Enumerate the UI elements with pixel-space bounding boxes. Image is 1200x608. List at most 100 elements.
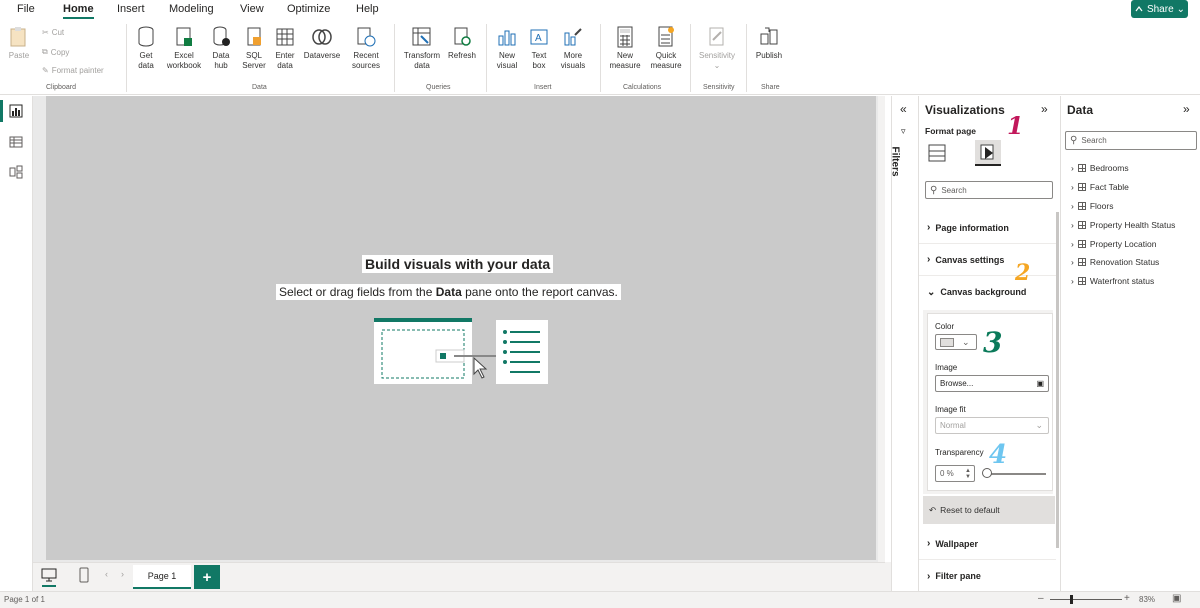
menu-modeling[interactable]: Modeling	[169, 3, 214, 15]
transparency-input[interactable]: 0 % ▲ ▼	[935, 465, 975, 482]
reset-icon: ↶	[929, 504, 937, 515]
section-canvas-settings[interactable]: › Canvas settings	[919, 244, 1056, 276]
page-nav-next-icon[interactable]: ›	[121, 569, 124, 579]
collapse-left-icon[interactable]: «	[900, 102, 907, 116]
publish-button[interactable]: Publish	[752, 26, 786, 61]
refresh-button[interactable]: Refresh	[446, 26, 478, 61]
ribbon-separator	[394, 24, 395, 92]
spinner-icon: ▲ ▼	[965, 467, 971, 480]
dataverse-button[interactable]: Dataverse	[301, 26, 343, 61]
mobile-layout-icon[interactable]	[79, 567, 89, 586]
new-visual-button[interactable]: New visual	[493, 26, 521, 71]
share-icon	[1135, 6, 1143, 12]
section-label: Filter pane	[935, 571, 981, 581]
viz-search-input[interactable]: ⚲ Search	[925, 181, 1053, 199]
chevron-right-icon: ›	[927, 222, 931, 233]
section-canvas-background[interactable]: ⌄ Canvas background	[919, 276, 1056, 308]
quick-measure-button[interactable]: Quick measure	[646, 26, 686, 71]
chevron-down-icon: ⌄	[927, 286, 936, 298]
zoom-in-icon[interactable]: +	[1124, 593, 1130, 604]
more-visuals-button[interactable]: More visuals	[555, 26, 591, 71]
table-name: Property Health Status	[1089, 220, 1176, 230]
table-item[interactable]: › Waterfront status	[1071, 276, 1154, 286]
image-browse-input[interactable]: Browse... ▣	[935, 375, 1049, 392]
data-hub-button[interactable]: Data hub	[207, 26, 235, 71]
get-data-button[interactable]: Get data	[133, 26, 159, 71]
table-item[interactable]: › Property Location	[1071, 239, 1156, 249]
excel-workbook-button[interactable]: Excel workbook	[162, 26, 206, 71]
annotation-2: 2	[1015, 260, 1031, 286]
table-item[interactable]: › Floors	[1071, 201, 1113, 211]
table-icon	[1077, 240, 1086, 248]
table-view-icon[interactable]	[7, 133, 25, 151]
svg-text:A: A	[535, 33, 542, 44]
table-item[interactable]: › Bedrooms	[1071, 163, 1129, 173]
reset-to-default-button[interactable]: ↶ Reset to default	[923, 496, 1055, 524]
group-label-clipboard: Clipboard	[46, 84, 76, 91]
new-measure-button[interactable]: New measure	[605, 26, 645, 71]
section-filter-pane[interactable]: › Filter pane	[919, 560, 1056, 592]
menu-optimize[interactable]: Optimize	[287, 3, 330, 15]
get-data-label: Get data	[138, 51, 154, 70]
data-search-input[interactable]: ⚲ Search	[1065, 131, 1197, 150]
brush-icon: ✎	[42, 66, 49, 75]
menu-insert[interactable]: Insert	[117, 3, 145, 15]
format-visual-tab[interactable]	[975, 140, 1001, 166]
zoom-slider-thumb[interactable]	[1070, 595, 1073, 604]
transparency-slider-track[interactable]	[984, 473, 1046, 475]
model-view-icon[interactable]	[7, 163, 25, 181]
share-button[interactable]: Share ⌄	[1131, 0, 1188, 18]
menu-help[interactable]: Help	[356, 3, 379, 15]
desktop-layout-icon[interactable]	[41, 568, 57, 585]
report-canvas[interactable]: Build visuals with your data Select or d…	[46, 96, 876, 560]
fit-to-page-icon[interactable]: ▣	[1172, 593, 1181, 604]
table-item[interactable]: › Property Health Status	[1071, 220, 1175, 230]
text-box-button[interactable]: A Text box	[526, 26, 552, 71]
viz-search-placeholder: Search	[941, 185, 967, 195]
sensitivity-button[interactable]: Sensitivity ⌄	[695, 26, 739, 71]
menu-bar: File Home Insert Modeling View Optimize …	[0, 0, 1200, 20]
menu-view[interactable]: View	[240, 3, 264, 15]
color-picker[interactable]: ⌄	[935, 334, 977, 350]
section-wallpaper[interactable]: › Wallpaper	[919, 528, 1056, 560]
paste-icon	[8, 26, 30, 48]
page-tab-1[interactable]: Page 1	[133, 565, 191, 589]
menu-home[interactable]: Home	[63, 3, 94, 19]
cut-button[interactable]: ✂ Cut	[42, 28, 64, 37]
group-label-sensitivity: Sensitivity	[703, 84, 735, 91]
ribbon-separator	[600, 24, 601, 92]
text-box-label: Text box	[531, 51, 547, 70]
expand-right-icon[interactable]: »	[1041, 102, 1048, 116]
page-nav-prev-icon[interactable]: ‹	[105, 569, 108, 579]
format-painter-button[interactable]: ✎ Format painter	[42, 66, 104, 75]
add-page-button[interactable]: +	[194, 565, 220, 589]
canvas-scrollbar[interactable]	[878, 96, 885, 562]
report-view-icon[interactable]	[7, 102, 25, 120]
sql-server-button[interactable]: SQL Server	[240, 26, 268, 71]
quick-measure-icon	[655, 26, 677, 48]
enter-data-button[interactable]: Enter data	[271, 26, 299, 71]
filters-pane-collapsed[interactable]: « Filters ▿	[890, 96, 917, 591]
zoom-out-icon[interactable]: –	[1038, 593, 1044, 604]
zoom-slider-track[interactable]	[1050, 599, 1122, 600]
viz-scrollbar[interactable]	[1056, 212, 1059, 548]
image-fit-dropdown[interactable]: Normal ⌄	[935, 417, 1049, 434]
paste-button[interactable]: Paste	[8, 26, 30, 61]
table-item[interactable]: › Fact Table	[1071, 182, 1129, 192]
build-visual-tab[interactable]	[926, 142, 948, 164]
table-item[interactable]: › Renovation Status	[1071, 257, 1159, 267]
search-icon: ⚲	[930, 184, 938, 196]
quick-measure-label: Quick measure	[650, 51, 682, 70]
image-browse-value: Browse...	[940, 379, 974, 388]
chevron-down-icon: ⌄	[1035, 420, 1043, 430]
expand-right-icon[interactable]: »	[1183, 102, 1190, 116]
chevron-right-icon: ›	[927, 570, 931, 582]
new-visual-label: New visual	[496, 51, 518, 70]
transform-data-button[interactable]: Transform data	[400, 26, 444, 71]
page-tabs-bar: ‹ › Page 1 +	[33, 562, 885, 591]
copy-button[interactable]: ⧉ Copy	[42, 47, 69, 57]
section-page-information[interactable]: › Page information	[919, 212, 1056, 244]
menu-file[interactable]: File	[17, 3, 35, 15]
data-hub-icon	[210, 26, 232, 48]
recent-sources-button[interactable]: Recent sources	[345, 26, 387, 71]
